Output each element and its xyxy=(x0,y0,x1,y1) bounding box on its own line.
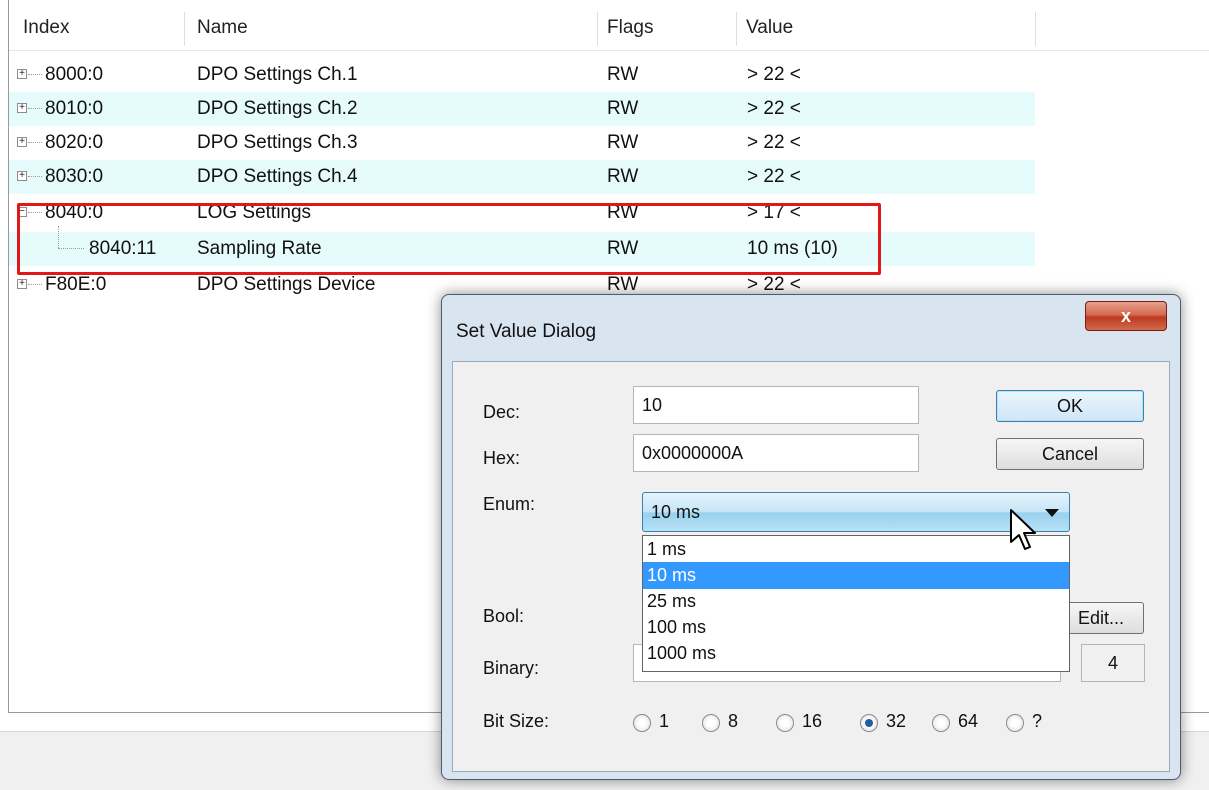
row-name: DPO Settings Ch.4 xyxy=(197,166,358,187)
bitsize-radio-16[interactable] xyxy=(776,714,794,732)
row-background xyxy=(9,160,1035,194)
byte-count-field: 4 xyxy=(1081,644,1145,682)
tree-connector xyxy=(28,176,42,177)
enum-option[interactable]: 100 ms xyxy=(643,614,1069,641)
row-index: 8030:0 xyxy=(45,166,104,187)
bit-size-label: Bit Size: xyxy=(483,711,550,731)
row-flags: RW xyxy=(607,64,639,85)
dropdown-arrow-icon[interactable] xyxy=(1045,509,1059,517)
enum-option[interactable]: 1 ms xyxy=(643,536,1069,563)
bitsize-radio-label: 32 xyxy=(886,711,907,731)
tree-connector xyxy=(28,284,42,285)
enum-dropdown[interactable]: 10 ms xyxy=(642,492,1070,532)
bitsize-radio-label: 16 xyxy=(802,711,823,731)
column-header-flags[interactable]: Flags xyxy=(607,6,653,50)
column-divider[interactable] xyxy=(184,12,185,46)
enum-option[interactable]: 10 ms xyxy=(643,562,1069,589)
tree-connector xyxy=(28,74,42,75)
bitsize-radio-8[interactable] xyxy=(702,714,720,732)
row-flags: RW xyxy=(607,166,639,187)
edit-button[interactable]: Edit... xyxy=(1058,602,1144,634)
row-index: 8010:0 xyxy=(45,98,104,119)
bool-label: Bool: xyxy=(483,606,525,626)
row-background xyxy=(9,126,1035,160)
tree-connector xyxy=(28,142,42,143)
bitsize-radio-label: 1 xyxy=(659,711,670,731)
row-flags: RW xyxy=(607,132,639,153)
row-name: DPO Settings Ch.1 xyxy=(197,64,358,85)
close-icon: x xyxy=(1120,306,1131,326)
row-index: 8000:0 xyxy=(45,64,104,85)
enum-selected-value: 10 ms xyxy=(651,502,701,522)
row-name: DPO Settings Ch.3 xyxy=(197,132,358,153)
row-value: > 22 < xyxy=(747,64,801,85)
bitsize-radio-32[interactable] xyxy=(860,714,878,732)
highlight-annotation xyxy=(17,203,881,275)
expand-icon[interactable]: + xyxy=(17,137,27,147)
bitsize-radio-label: 64 xyxy=(958,711,979,731)
binary-label: Binary: xyxy=(483,658,540,678)
expand-icon[interactable]: + xyxy=(17,171,27,181)
row-value: > 22 < xyxy=(747,98,801,119)
row-background xyxy=(9,92,1035,126)
bitsize-radio-custom[interactable] xyxy=(1006,714,1024,732)
expand-icon[interactable]: + xyxy=(17,279,27,289)
close-button[interactable]: x xyxy=(1085,301,1167,331)
bitsize-radio-label: 8 xyxy=(728,711,739,731)
bitsize-radio-64[interactable] xyxy=(932,714,950,732)
row-flags: RW xyxy=(607,98,639,119)
column-divider[interactable] xyxy=(597,12,598,46)
dialog-body: Dec: 10 Hex: 0x0000000A OK Cancel Enum: … xyxy=(452,361,1170,772)
tree-connector xyxy=(28,108,42,109)
row-value: > 22 < xyxy=(747,166,801,187)
row-name: DPO Settings Ch.2 xyxy=(197,98,358,119)
dec-label: Dec: xyxy=(483,402,521,422)
enum-label: Enum: xyxy=(483,494,536,514)
enum-dropdown-list[interactable]: 1 ms 10 ms 25 ms 100 ms 1000 ms xyxy=(642,535,1070,672)
hex-label: Hex: xyxy=(483,448,521,468)
column-header-value[interactable]: Value xyxy=(746,6,793,50)
enum-option[interactable]: 1000 ms xyxy=(643,640,1069,667)
expand-icon[interactable]: + xyxy=(17,103,27,113)
dialog-title: Set Value Dialog xyxy=(456,321,597,342)
column-divider[interactable] xyxy=(1035,12,1036,46)
column-divider[interactable] xyxy=(736,12,737,46)
row-background xyxy=(9,58,1035,92)
column-header-name[interactable]: Name xyxy=(197,6,248,50)
enum-option[interactable]: 25 ms xyxy=(643,588,1069,615)
hex-input[interactable]: 0x0000000A xyxy=(633,434,919,472)
ok-button[interactable]: OK xyxy=(996,390,1144,422)
set-value-dialog: Set Value Dialog x Dec: 10 Hex: 0x000000… xyxy=(441,294,1181,780)
mouse-pointer-icon xyxy=(1010,509,1036,550)
bitsize-radio-label: ? xyxy=(1032,711,1043,731)
column-header-index[interactable]: Index xyxy=(23,6,69,50)
row-index: 8020:0 xyxy=(45,132,104,153)
row-value: > 22 < xyxy=(747,132,801,153)
dec-input[interactable]: 10 xyxy=(633,386,919,424)
cancel-button[interactable]: Cancel xyxy=(996,438,1144,470)
expand-icon[interactable]: + xyxy=(17,69,27,79)
list-header: Index Name Flags Value xyxy=(9,6,1209,51)
bitsize-radio-1[interactable] xyxy=(633,714,651,732)
